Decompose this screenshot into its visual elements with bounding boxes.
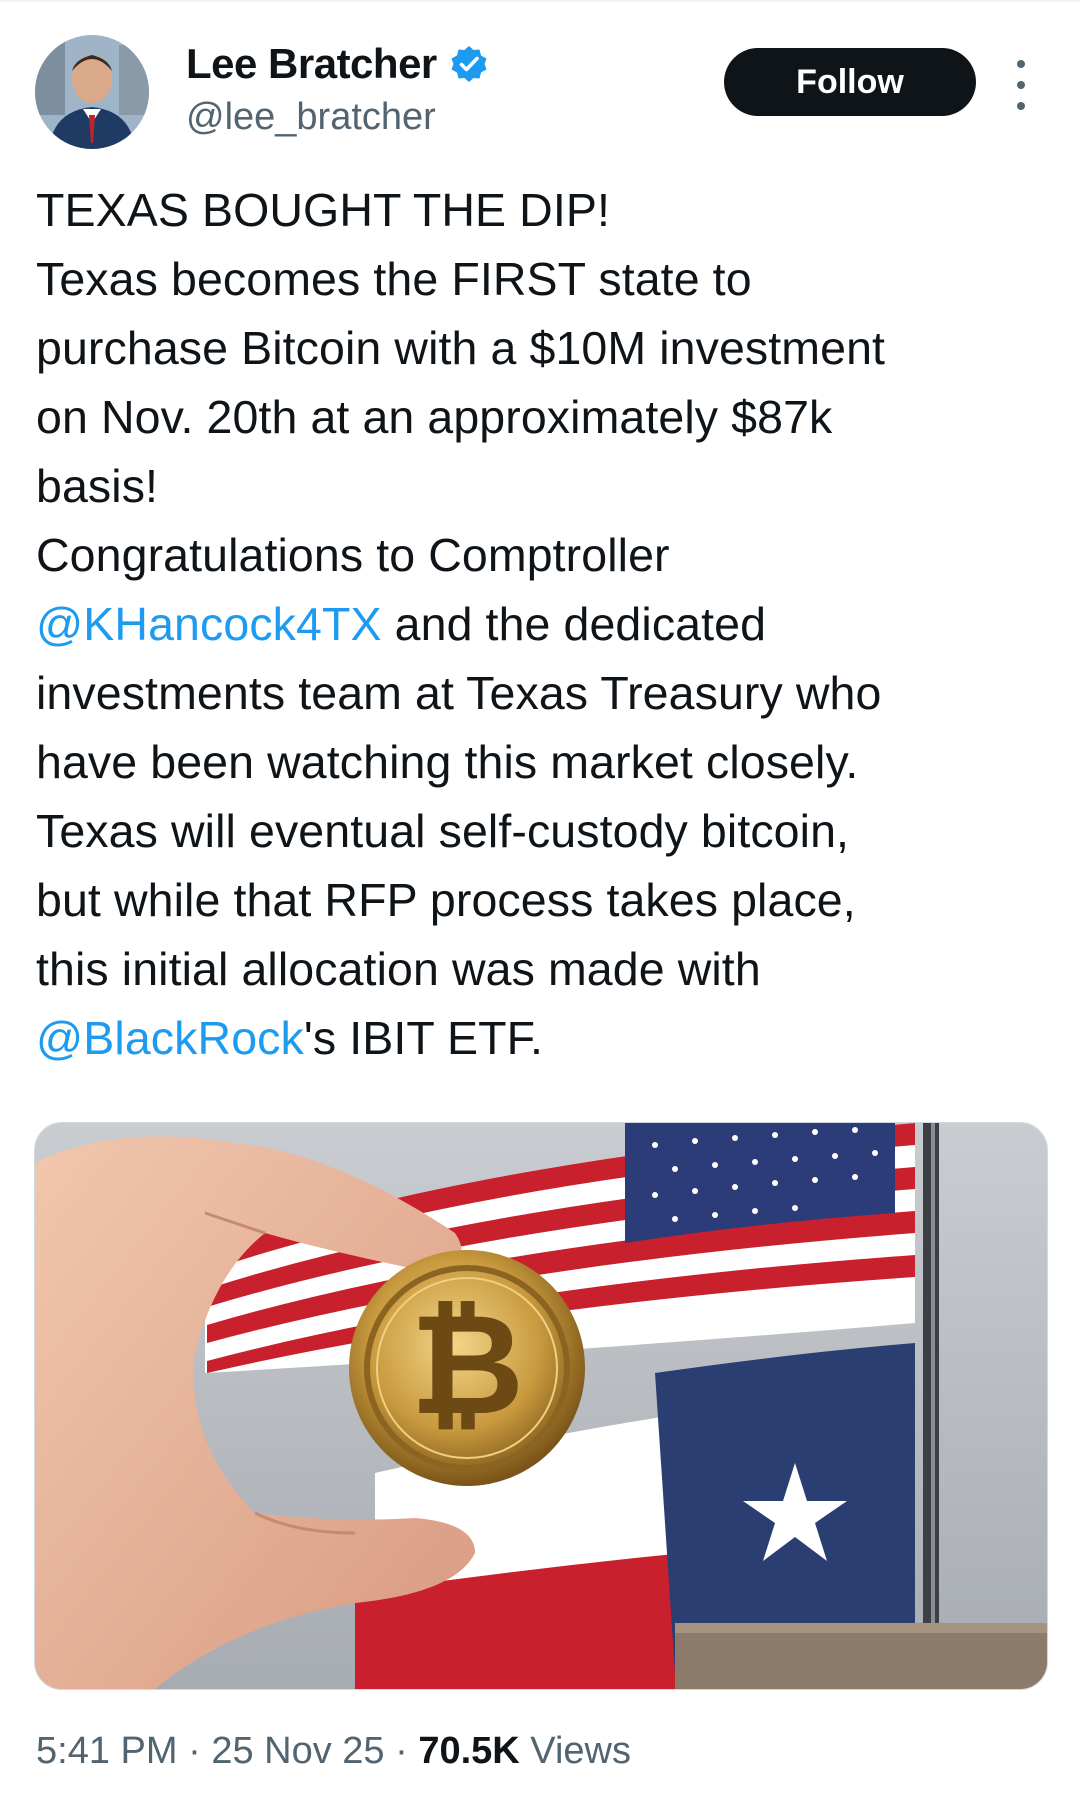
avatar[interactable] [35, 35, 149, 149]
meta-separator: · [384, 1730, 419, 1772]
views-count: 70.5K [418, 1730, 520, 1772]
tweet-line: TEXAS BOUGHT THE DIP! [36, 184, 610, 236]
bitcoin-flags-photo: ₿ [35, 1123, 1047, 1689]
mention-link-khancock4tx[interactable]: @KHancock4TX [36, 598, 382, 650]
views-label: Views [519, 1730, 631, 1772]
tweet-line: have been watching this market closely. [36, 736, 859, 788]
tweet-text: TEXAS BOUGHT THE DIP! Texas becomes the … [36, 176, 1046, 1073]
bitcoin-coin: ₿ [349, 1250, 585, 1486]
mention-link-blackrock[interactable]: @BlackRock [36, 1012, 304, 1064]
bitcoin-symbol: ₿ [410, 1284, 524, 1447]
tweet-line: Congratulations to Comptroller [36, 529, 670, 581]
tweet-line: Texas becomes the FIRST state to [36, 253, 752, 305]
tweet-metadata: 5:41 PM · 25 Nov 25 · 70.5K Views [36, 1730, 631, 1773]
more-options-icon[interactable] [1008, 60, 1034, 110]
tweet-line: basis! [36, 460, 159, 512]
top-divider [0, 0, 1080, 2]
tweet-media-image[interactable]: ₿ [34, 1122, 1048, 1690]
tweet-text-fragment: 's IBIT ETF. [303, 1012, 544, 1064]
tweet-text-fragment: and the dedicated [381, 598, 767, 650]
author-name-row: Lee Bratcher [186, 40, 489, 88]
tweet-line: purchase Bitcoin with a $10M investment [36, 322, 886, 374]
tweet-line: @BlackRock's IBIT ETF. [36, 1004, 1046, 1073]
verified-badge-icon [451, 46, 487, 82]
author-display-name[interactable]: Lee Bratcher [186, 40, 437, 88]
author-handle[interactable]: @lee_bratcher [186, 96, 436, 139]
tweet-time[interactable]: 5:41 PM [36, 1730, 178, 1772]
meta-separator: · [177, 1730, 212, 1772]
tweet-line: on Nov. 20th at an approximately $87k [36, 391, 833, 443]
tweet-line: investments team at Texas Treasury who [36, 667, 882, 719]
tweet-line: Texas will eventual self-custody bitcoin… [36, 805, 850, 857]
avatar-image [35, 35, 149, 149]
tweet-line: but while that RFP process takes place, [36, 874, 856, 926]
tweet-line: @KHancock4TX and the dedicated [36, 590, 1046, 659]
follow-button[interactable]: Follow [724, 48, 976, 116]
tweet-line: this initial allocation was made with [36, 943, 761, 995]
tweet-date[interactable]: 25 Nov 25 [211, 1730, 384, 1772]
